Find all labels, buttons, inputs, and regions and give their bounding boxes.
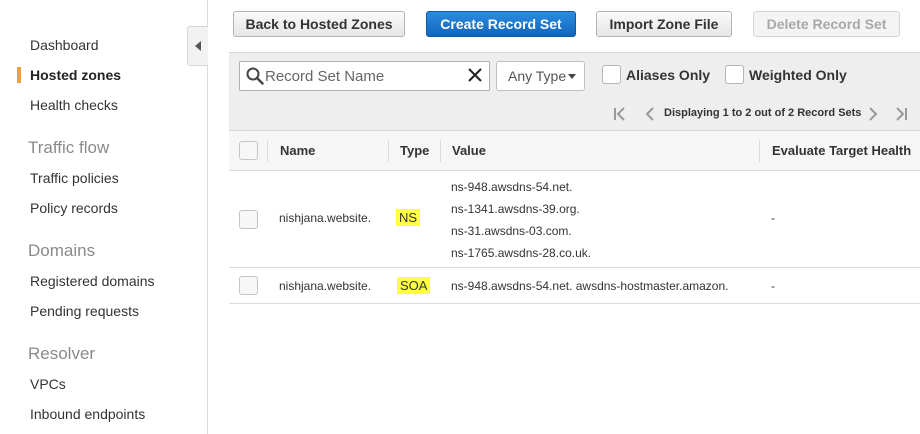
sidebar-item-inbound-endpoints[interactable]: Inbound endpoints <box>30 406 145 422</box>
column-header-type[interactable]: Type <box>400 143 429 158</box>
weighted-only-checkbox[interactable]: Weighted Only <box>725 65 847 84</box>
aliases-only-label: Aliases Only <box>626 66 711 83</box>
record-type: SOA <box>397 277 431 294</box>
column-header-name[interactable]: Name <box>280 143 315 158</box>
caret-down-icon <box>568 74 576 79</box>
search-icon <box>246 67 264 85</box>
last-page-icon[interactable] <box>893 107 909 121</box>
collapse-sidebar-button[interactable] <box>187 26 208 66</box>
record-name: nishjana.website. <box>279 279 372 293</box>
sidebar: Dashboard Hosted zones Health checks Tra… <box>0 0 208 434</box>
record-set-name-input[interactable] <box>265 65 465 87</box>
record-name: nishjana.website. <box>279 211 372 225</box>
sidebar-item-vpcs[interactable]: VPCs <box>30 376 66 392</box>
aliases-only-checkbox[interactable]: Aliases Only <box>602 65 710 84</box>
previous-page-icon[interactable] <box>642 107 658 121</box>
record-value-line: ns-31.awsdns-03.com. <box>451 224 572 238</box>
sidebar-item-dashboard[interactable]: Dashboard <box>30 37 99 53</box>
record-value-line: ns-1765.awsdns-28.co.uk. <box>451 246 592 260</box>
back-to-hosted-zones-button[interactable]: Back to Hosted Zones <box>233 11 405 37</box>
evaluate-target-health-value: - <box>771 279 775 293</box>
column-header-evaluate-target-health[interactable]: Evaluate Target Health <box>772 143 911 158</box>
select-all-checkbox[interactable] <box>239 141 258 160</box>
sidebar-item-policy-records[interactable]: Policy records <box>30 200 118 216</box>
chevron-left-icon <box>195 41 201 51</box>
checkbox-box[interactable] <box>602 65 621 84</box>
sidebar-section-domains: Domains <box>28 241 96 260</box>
column-divider <box>267 140 268 162</box>
record-type: NS <box>396 209 421 226</box>
column-header-value[interactable]: Value <box>452 143 486 158</box>
weighted-only-label: Weighted Only <box>749 66 847 83</box>
column-divider <box>440 140 441 162</box>
active-indicator <box>17 67 21 83</box>
first-page-icon[interactable] <box>612 107 628 121</box>
evaluate-target-health-value: - <box>771 211 775 225</box>
import-zone-file-button[interactable]: Import Zone File <box>596 11 732 37</box>
sidebar-item-traffic-policies[interactable]: Traffic policies <box>30 170 119 186</box>
sidebar-item-health-checks[interactable]: Health checks <box>30 97 118 113</box>
sidebar-item-pending-requests[interactable]: Pending requests <box>30 303 139 319</box>
delete-record-set-button[interactable]: Delete Record Set <box>753 11 900 37</box>
table-row[interactable]: nishjana.website. NS ns-948.awsdns-54.ne… <box>229 171 920 268</box>
column-divider <box>759 140 760 162</box>
clear-search-icon[interactable] <box>467 67 483 83</box>
search-box <box>239 61 490 91</box>
record-value-line: ns-1341.awsdns-39.org. <box>451 202 580 216</box>
record-type-select-value: Any Type <box>508 68 567 84</box>
checkbox-box[interactable] <box>725 65 744 84</box>
record-value-line: ns-948.awsdns-54.net. <box>451 180 573 194</box>
row-checkbox[interactable] <box>239 276 258 295</box>
table-row[interactable]: nishjana.website. SOA ns-948.awsdns-54.n… <box>229 268 920 304</box>
create-record-set-button[interactable]: Create Record Set <box>426 11 576 37</box>
sidebar-section-traffic-flow: Traffic flow <box>28 138 110 157</box>
row-checkbox[interactable] <box>239 210 258 229</box>
pagination-status: Displaying 1 to 2 out of 2 Record Sets <box>664 107 862 119</box>
filter-panel: Any Type Aliases Only Weighted Only Disp… <box>229 52 920 130</box>
next-page-icon[interactable] <box>865 107 881 121</box>
record-type-select[interactable]: Any Type <box>496 61 585 91</box>
table-header: Name Type Value Evaluate Target Health <box>229 130 920 171</box>
record-value-line: ns-948.awsdns-54.net. awsdns-hostmaster.… <box>451 279 729 293</box>
sidebar-section-resolver: Resolver <box>28 344 96 363</box>
sidebar-item-hosted-zones[interactable]: Hosted zones <box>30 67 121 83</box>
sidebar-item-registered-domains[interactable]: Registered domains <box>30 273 155 289</box>
column-divider <box>388 140 389 162</box>
